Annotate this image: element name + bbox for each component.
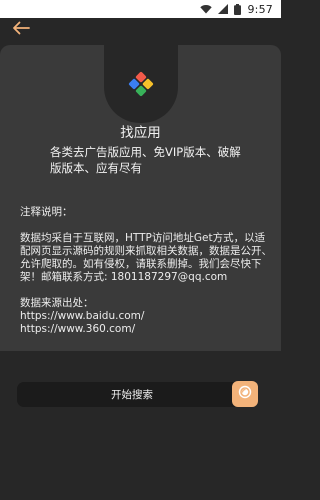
status-bar: 9:57 [0,0,281,18]
logo-notch [104,45,178,123]
back-button[interactable] [10,20,32,38]
search-icon-button[interactable] [232,381,258,407]
start-search-label: 开始搜索 [111,389,153,401]
back-arrow-icon [12,20,30,39]
source-link[interactable]: https://www.baidu.com/ [20,310,275,323]
status-icons: 9:57 [200,2,273,16]
wifi-icon [200,4,213,14]
notes-heading: 注释说明： [20,206,73,218]
battery-icon [234,3,242,15]
app-logo-icon [126,69,156,99]
app-title: 找应用 [120,125,161,141]
status-time: 9:57 [247,2,273,16]
start-search-button[interactable]: 开始搜索 [17,382,247,407]
notes-scroll-area[interactable]: 注释说明： 数据均采自于互联网，HTTP访问地址Get方式，以适配网页显示源码的… [20,206,275,351]
app-subtitle: 各类去广告版应用、免VIP版本、破解版版本、应有尽有 [50,145,241,175]
source-link[interactable]: https://www.360.com/ [20,323,275,336]
search-icon [237,384,253,404]
notes-body: 数据均采自于互联网，HTTP访问地址Get方式，以适配网页显示源码的规则来抓取相… [20,232,272,283]
signal-icon [218,4,229,14]
source-heading: 数据来源出处： [20,297,94,309]
